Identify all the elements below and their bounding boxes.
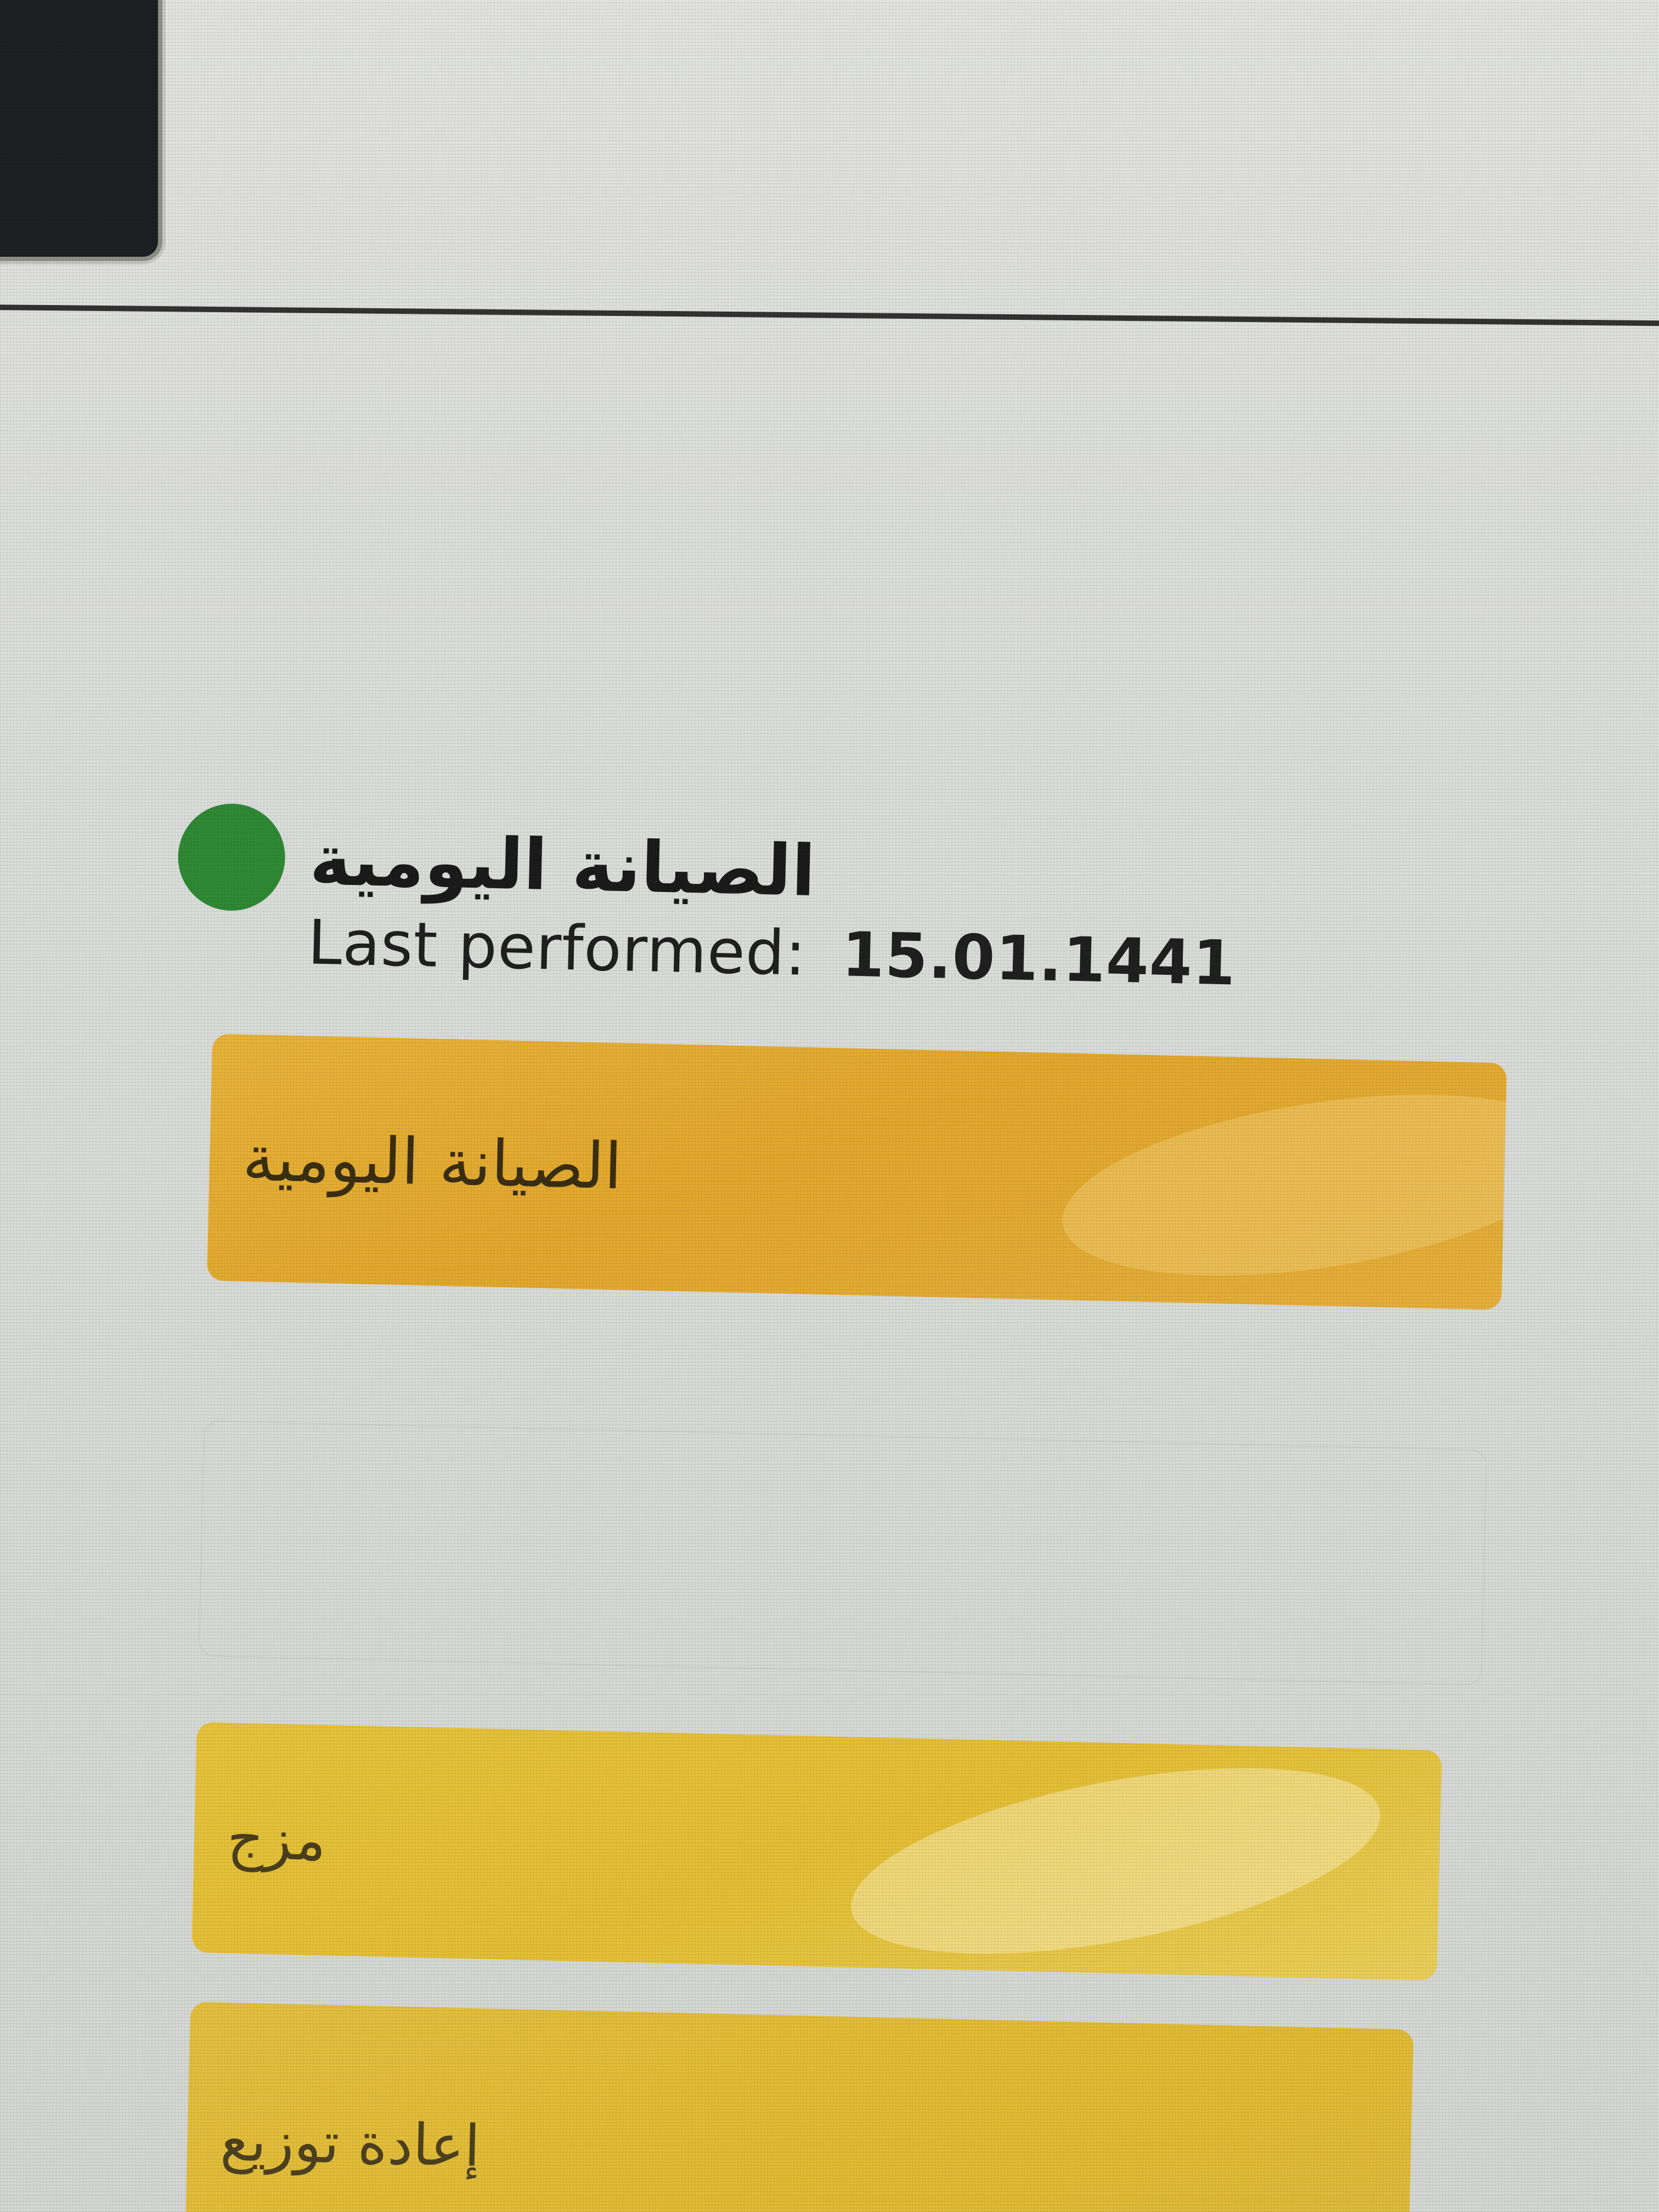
last-performed-label: Last performed:: [307, 907, 808, 990]
merge-button[interactable]: مزج: [191, 1722, 1442, 1981]
last-performed-value: 15.01.1441: [840, 919, 1237, 1000]
last-performed-text: Last performed: 15.01.1441: [307, 907, 1237, 999]
maintenance-content: الصيانة اليومية Last performed: 15.01.14…: [0, 0, 1658, 2212]
disabled-action-button: [198, 1420, 1487, 1686]
task-title: الصيانة اليومية: [308, 819, 817, 913]
daily-maintenance-button-label: الصيانة اليومية: [241, 1121, 623, 1204]
status-indicator-icon: [177, 802, 286, 912]
daily-maintenance-button[interactable]: الصيانة اليومية: [207, 1034, 1507, 1310]
redistribute-button[interactable]: إعادة توزيع: [184, 2001, 1414, 2212]
redistribute-button-label: إعادة توزيع: [219, 2107, 481, 2180]
merge-button-label: مزج: [226, 1804, 327, 1874]
maintenance-screen: الصيانة اليومية Last performed: 15.01.14…: [0, 0, 1659, 2212]
